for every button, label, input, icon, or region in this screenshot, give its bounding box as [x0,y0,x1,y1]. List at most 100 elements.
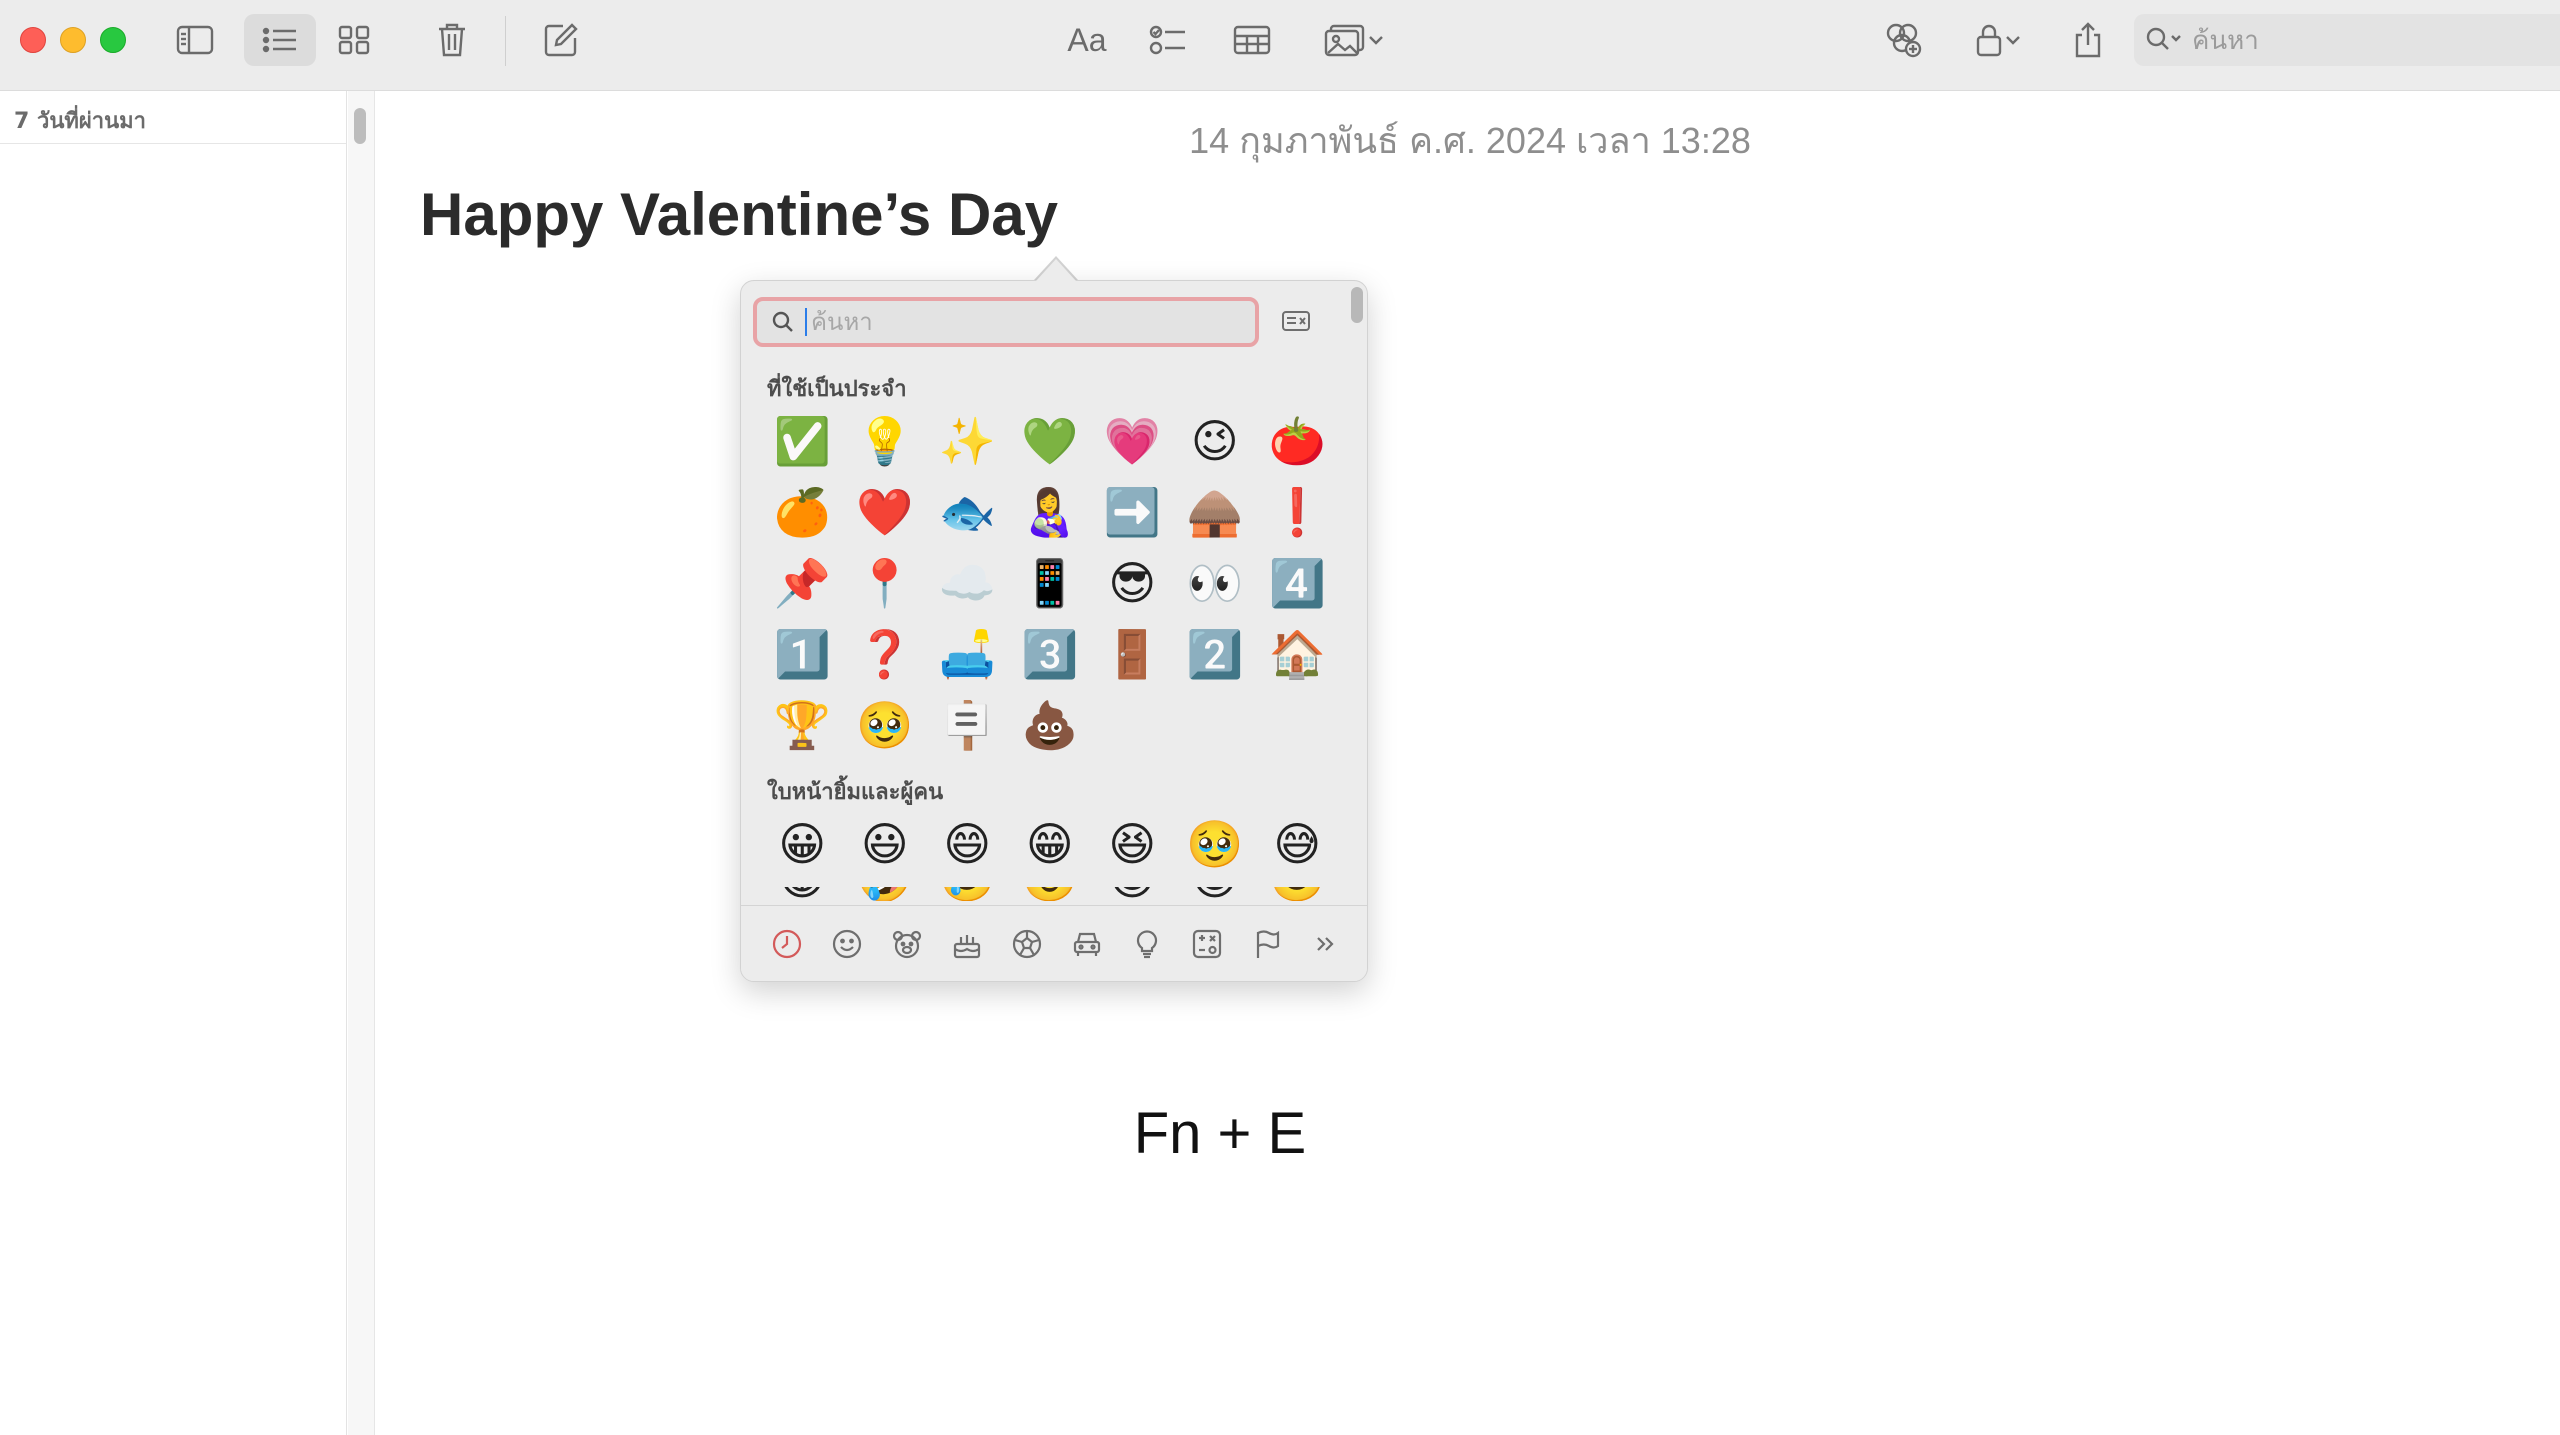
emoji-item[interactable]: 😃 [844,809,927,880]
category-objects[interactable] [1129,926,1165,962]
search-icon [772,311,793,332]
emoji-item[interactable]: 🥲 [926,887,1009,901]
category-activity[interactable] [1009,926,1045,962]
gallery-view-button[interactable] [332,14,376,66]
format-text-icon: Aa [1067,21,1107,58]
notes-list-sidebar: 7 วันที่ผ่านมา [0,91,347,1435]
emoji-item[interactable]: 🍅 [1256,406,1339,477]
delete-note-button[interactable] [432,14,472,66]
emoji-item[interactable]: 🛋️ [926,619,1009,690]
chevron-down-icon [1369,36,1383,45]
flag-icon [1256,930,1280,958]
category-symbols[interactable] [1189,926,1225,962]
new-note-button[interactable] [540,14,582,66]
emoji-item[interactable]: 😅 [1256,809,1339,880]
emoji-item[interactable]: ☁️ [926,548,1009,619]
media-button[interactable] [1316,14,1392,66]
lock-note-button[interactable] [1966,14,2030,66]
emoji-item[interactable]: ➡️ [1091,477,1174,548]
emoji-item[interactable]: ❗ [1256,477,1339,548]
emoji-item[interactable]: 😂 [761,887,844,901]
emoji-item[interactable]: 🏠 [1256,619,1339,690]
emoji-item[interactable]: 🚪 [1091,619,1174,690]
emoji-search-field[interactable] [753,297,1259,347]
emoji-picker: ที่ใช้เป็นประจำ ✅💡✨💚💗😉🍅 🍊❤️🐟👩‍🍼➡️🛖❗ 📌📍☁️📱😎… [740,280,1368,982]
emoji-item[interactable]: ✨ [926,406,1009,477]
emoji-item[interactable]: 💚 [1009,406,1092,477]
emoji-item[interactable]: 😁 [1009,809,1092,880]
category-flags[interactable] [1249,926,1285,962]
emoji-item[interactable]: 💗 [1091,406,1174,477]
emoji-item[interactable]: 👀 [1174,548,1257,619]
picker-scrollbar-thumb[interactable] [1351,287,1363,323]
emoji-item[interactable]: 🙂 [1256,887,1339,901]
category-recent[interactable] [769,926,805,962]
car-icon [1073,932,1101,956]
emoji-item[interactable]: 🛖 [1174,477,1257,548]
emoji-item[interactable]: ❓ [844,619,927,690]
category-animals[interactable] [889,926,925,962]
section-label: 7 วันที่ผ่านมา [14,109,146,134]
emoji-item[interactable]: 4️⃣ [1256,548,1339,619]
character-viewer-button[interactable] [1281,309,1311,337]
emoji-item[interactable]: 😄 [926,809,1009,880]
emoji-item[interactable]: 🏆 [761,690,844,761]
note-title[interactable]: Happy Valentine’s Day [420,180,1058,249]
emoji-item[interactable]: 😇 [1174,887,1257,901]
category-smileys[interactable] [829,926,865,962]
emoji-item[interactable]: ✅ [761,406,844,477]
emoji-item[interactable]: 3️⃣ [1009,619,1092,690]
maximize-window-button[interactable] [100,27,126,53]
table-button[interactable] [1230,14,1274,66]
emoji-item[interactable]: 💡 [844,406,927,477]
list-view-button[interactable] [244,14,316,66]
category-food[interactable] [949,926,985,962]
emoji-item[interactable]: 🤣 [844,887,927,901]
emoji-item[interactable]: 🪧 [926,690,1009,761]
table-icon [1233,25,1271,55]
trash-icon [439,23,465,57]
sidebar-toggle-button[interactable] [170,14,220,66]
text-cursor [805,308,807,336]
smiley-face-icon [832,929,862,959]
emoji-item[interactable]: 😊 [1091,887,1174,901]
search-input[interactable]: ค้นหา [2134,14,2560,66]
format-button[interactable]: Aa [1062,14,1112,66]
checklist-button[interactable] [1146,14,1190,66]
note-body-text[interactable]: Fn + E [1000,1100,1440,1167]
share-button[interactable] [2068,14,2108,66]
emoji-item[interactable]: 👩‍🍼 [1009,477,1092,548]
smileys-heading: ใบหน้ายิ้มและผู้คน [767,780,944,805]
emoji-item[interactable]: 📌 [761,548,844,619]
sidebar-toggle-icon [176,25,214,55]
emoji-item[interactable]: 1️⃣ [761,619,844,690]
emoji-search-input[interactable] [809,307,1193,337]
emoji-item[interactable]: 🐟 [926,477,1009,548]
emoji-item[interactable]: 📱 [1009,548,1092,619]
emoji-item[interactable]: 💩 [1009,690,1092,761]
bear-icon [892,930,922,959]
emoji-item[interactable]: 🥹 [844,690,927,761]
search-placeholder: ค้นหา [2192,25,2259,56]
emoji-item[interactable]: ☺️ [1009,887,1092,901]
emoji-item[interactable]: 🥹 [1174,809,1257,880]
emoji-item[interactable]: ❤️ [844,477,927,548]
smileys-partial-grid: 😂🤣🥲☺️😊😇🙂 [761,887,1339,901]
category-travel[interactable] [1069,926,1105,962]
sidebar-scrollbar-thumb[interactable] [354,108,366,144]
emoji-item[interactable]: 😉 [1174,406,1257,477]
picker-pointer-fill [1036,259,1076,281]
collaborate-button[interactable] [1880,14,1926,66]
emoji-item[interactable]: 😎 [1091,548,1174,619]
minimize-window-button[interactable] [60,27,86,53]
emoji-item[interactable]: 😀 [761,809,844,880]
collaborate-icon [1886,23,1922,58]
emoji-item[interactable]: 2️⃣ [1174,619,1257,690]
close-window-button[interactable] [20,27,46,53]
emoji-item[interactable]: 📍 [844,548,927,619]
emoji-item[interactable]: 😆 [1091,809,1174,880]
food-cake-icon [953,935,981,959]
sidebar-scroll-track[interactable] [348,91,375,1435]
emoji-item[interactable]: 🍊 [761,477,844,548]
category-more[interactable] [1307,926,1343,962]
